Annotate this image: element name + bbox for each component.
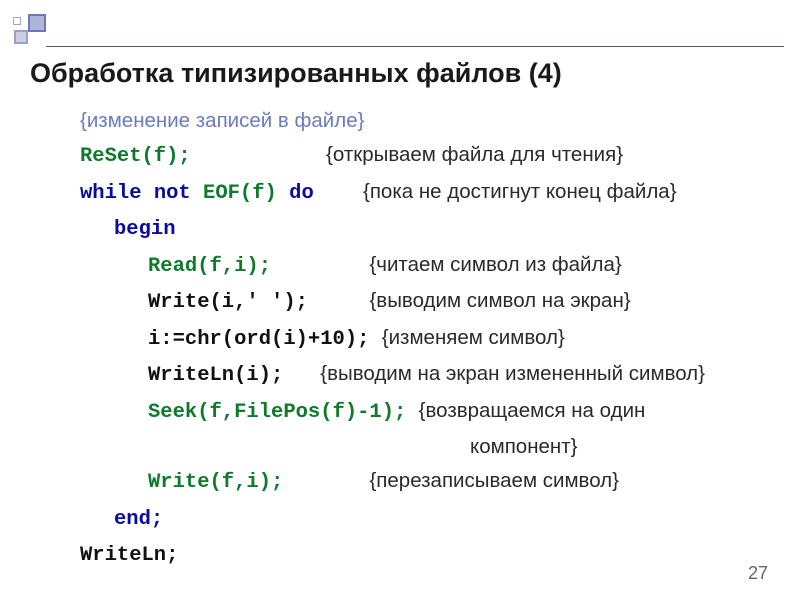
reset-comment: {открываем файла для чтения} bbox=[326, 143, 623, 166]
writeln-i-code: WriteLn(i); bbox=[148, 364, 283, 387]
reset-call: ReSet(f); bbox=[80, 145, 191, 168]
assign-comment: {изменяем символ} bbox=[382, 326, 565, 349]
read-comment: {читаем символ из файла} bbox=[369, 253, 621, 276]
code-line-writeln-final: WriteLn; bbox=[80, 537, 770, 573]
seek-comment-1: {возвращаемся на один bbox=[419, 399, 646, 422]
write-i-code: Write(i,' '); bbox=[148, 291, 308, 314]
code-line-seek-cont: компонент} bbox=[80, 430, 770, 464]
read-call: Read(f,i); bbox=[148, 255, 271, 278]
end-kw: end; bbox=[114, 508, 163, 531]
spacer bbox=[308, 291, 370, 314]
spacer bbox=[406, 401, 418, 424]
not-kw: not bbox=[154, 182, 203, 205]
page-number: 27 bbox=[748, 563, 768, 584]
write-fi-code: Write(f,i); bbox=[148, 471, 283, 494]
spacer bbox=[191, 145, 326, 168]
while-kw: while bbox=[80, 182, 154, 205]
seek-comment-2: компонент} bbox=[470, 435, 577, 458]
code-line-reset: ReSet(f); {открываем файла для чтения} bbox=[80, 138, 770, 174]
spacer bbox=[271, 255, 369, 278]
code-line-write-fi: Write(f,i); {перезаписываем символ} bbox=[80, 464, 770, 500]
slide-body: {изменение записей в файле} ReSet(f); {о… bbox=[80, 104, 770, 574]
writeln-i-comment: {выводим на экран измененный символ} bbox=[320, 362, 705, 385]
spacer bbox=[369, 328, 381, 351]
begin-kw: begin bbox=[114, 218, 176, 241]
code-line-while: while not EOF(f) do {пока не достигнут к… bbox=[80, 175, 770, 211]
write-i-comment: {выводим символ на экран} bbox=[369, 289, 630, 312]
square-medium bbox=[14, 30, 28, 44]
while-comment: {пока не достигнут конец файла} bbox=[363, 180, 677, 203]
code-line-writeln-i: WriteLn(i); {выводим на экран измененный… bbox=[80, 357, 770, 393]
intro-comment: {изменение записей в файле} bbox=[80, 104, 770, 138]
code-line-read: Read(f,i); {читаем символ из файла} bbox=[80, 248, 770, 284]
slide-title: Обработка типизированных файлов (4) bbox=[30, 58, 780, 89]
write-fi-comment: {перезаписываем символ} bbox=[369, 469, 619, 492]
seek-call: Seek(f,FilePos(f)-1); bbox=[148, 401, 406, 424]
code-line-write-i: Write(i,' '); {выводим символ на экран} bbox=[80, 284, 770, 320]
code-line-seek: Seek(f,FilePos(f)-1); {возвращаемся на о… bbox=[80, 394, 770, 430]
code-line-begin: begin bbox=[80, 211, 770, 247]
assign-code: i:=chr(ord(i)+10); bbox=[148, 328, 369, 351]
writeln-final: WriteLn; bbox=[80, 544, 178, 567]
spacer bbox=[314, 182, 363, 205]
spacer bbox=[283, 471, 369, 494]
do-kw: do bbox=[289, 182, 314, 205]
header-rule bbox=[46, 46, 784, 47]
slide: Обработка типизированных файлов (4) {изм… bbox=[0, 0, 800, 600]
spacer bbox=[283, 364, 320, 387]
code-line-end: end; bbox=[80, 501, 770, 537]
eof-call: EOF(f) bbox=[203, 182, 289, 205]
code-line-assign: i:=chr(ord(i)+10); {изменяем символ} bbox=[80, 321, 770, 357]
square-large bbox=[28, 14, 46, 32]
square-small-outline bbox=[13, 17, 21, 25]
intro-comment-text: {изменение записей в файле} bbox=[80, 109, 364, 132]
